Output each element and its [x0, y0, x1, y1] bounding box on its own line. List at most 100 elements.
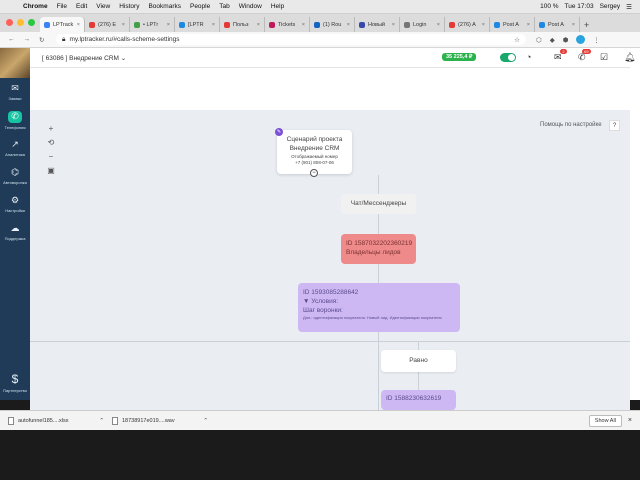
project-selector[interactable]: [ 63086 ] Внедрение CRM ⌄: [30, 54, 126, 62]
close-tab-icon[interactable]: ×: [302, 22, 305, 28]
chart-icon: ↗: [11, 139, 19, 149]
user-name[interactable]: Sergey: [600, 3, 621, 10]
save-icon[interactable]: ▣: [47, 164, 55, 177]
browser-tab-strip: LPTrack × (276) E × • LPTr × [LPTR × Польз × …: [0, 14, 640, 32]
sidebar-item-analytics[interactable]: ↗ Аналитика: [0, 134, 30, 162]
user-avatar[interactable]: [0, 48, 30, 78]
tab-lptracker[interactable]: LPTrack ×: [40, 17, 85, 32]
tab[interactable]: [LPTR ×: [175, 17, 220, 32]
check-icon[interactable]: ☑: [600, 52, 608, 63]
close-tab-icon[interactable]: ×: [527, 22, 530, 28]
close-tab-icon[interactable]: ×: [167, 22, 170, 28]
extension-icon[interactable]: ⬡: [536, 36, 542, 44]
screen-letterbox: [0, 430, 640, 480]
condition-node-2[interactable]: ID 1588230632619: [381, 390, 456, 410]
favicon-icon: [44, 21, 50, 28]
chevron-up-icon[interactable]: ⌃: [203, 418, 208, 424]
menu-people[interactable]: People: [190, 3, 210, 10]
collapse-icon[interactable]: −: [310, 169, 318, 177]
close-tab-icon[interactable]: ×: [257, 22, 260, 28]
list-icon[interactable]: ☰: [626, 3, 632, 11]
reload-icon[interactable]: ↻: [39, 36, 44, 44]
zoom-out-icon[interactable]: −: [49, 150, 54, 163]
menu-bookmarks[interactable]: Bookmarks: [148, 3, 181, 10]
close-tab-icon[interactable]: ×: [572, 22, 575, 28]
sidebar-item-settings[interactable]: ⚙ Настройки: [0, 190, 30, 218]
minimize-window-icon[interactable]: [17, 19, 24, 26]
close-tab-icon[interactable]: ×: [77, 22, 80, 28]
clock-icon[interactable]: ◔: [526, 52, 531, 62]
scenario-start-node[interactable]: Сценарий проекта Внедрение CRM Отображае…: [277, 130, 352, 174]
menu-edit[interactable]: Edit: [76, 3, 87, 10]
tab[interactable]: (276) E ×: [85, 17, 130, 32]
download-item[interactable]: 18738917e019....wav ⌃: [104, 416, 208, 425]
sidebar-item-partnership[interactable]: $ Партнерство: [0, 364, 30, 400]
sidebar-item-autofunnel[interactable]: ⌬ Автоворонка: [0, 162, 30, 190]
show-all-button[interactable]: Show All: [588, 414, 622, 427]
chat-messengers-node[interactable]: Чат/Мессенджеры: [341, 194, 416, 214]
zoom-controls: + ⟲ − ▣: [44, 122, 58, 177]
sidebar-item-support[interactable]: ☁ Поддержка: [0, 218, 30, 246]
menu-history[interactable]: History: [119, 3, 139, 10]
status-toggle[interactable]: [500, 53, 516, 62]
menu-view[interactable]: View: [96, 3, 110, 10]
help-link[interactable]: Помощь по настройке: [540, 122, 602, 128]
forward-icon[interactable]: →: [24, 36, 31, 44]
maximize-window-icon[interactable]: [28, 19, 35, 26]
tab[interactable]: Post A ×: [535, 17, 580, 32]
star-icon[interactable]: ☆: [514, 36, 526, 44]
tab[interactable]: (276) A ×: [445, 17, 490, 32]
menu-window[interactable]: Window: [239, 3, 262, 10]
tab[interactable]: Post A ×: [490, 17, 535, 32]
phone-badge: 69: [582, 49, 591, 54]
tab[interactable]: Tickets ×: [265, 17, 310, 32]
zoom-in-icon[interactable]: +: [49, 122, 54, 135]
close-tab-icon[interactable]: ×: [437, 22, 440, 28]
tab[interactable]: (1) Rou ×: [310, 17, 355, 32]
favicon-icon: [179, 21, 185, 28]
scenario-title: Сценарий проекта: [286, 136, 343, 143]
menu-help[interactable]: Help: [271, 3, 284, 10]
condition-node[interactable]: ID 1593085288642 ▼ Условия: Шаг воронки:…: [298, 283, 460, 332]
edit-pencil-icon[interactable]: ✎: [275, 128, 283, 136]
new-tab-icon[interactable]: +: [580, 20, 593, 32]
close-window-icon[interactable]: [6, 19, 13, 26]
phone-icon[interactable]: ✆ 69: [578, 49, 591, 63]
tab[interactable]: Новый ×: [355, 17, 400, 32]
tab[interactable]: Польз ×: [220, 17, 265, 32]
extension-icon[interactable]: ◆: [550, 36, 555, 44]
bell-icon[interactable]: 🔔︎: [624, 52, 635, 63]
close-icon[interactable]: ×: [628, 417, 632, 424]
balance-badge[interactable]: 35 225,4 ₽: [442, 53, 477, 61]
close-tab-icon[interactable]: ×: [212, 22, 215, 28]
app-header: [ 63086 ] Внедрение CRM ⌄ 35 225,4 ₽ ◔ ✉…: [30, 48, 635, 68]
menu-tab[interactable]: Tab: [219, 3, 229, 10]
lead-owners-node[interactable]: ID 1587032202360219 Владельцы лидов: [341, 234, 416, 264]
menu-app[interactable]: Chrome: [23, 3, 48, 10]
download-item[interactable]: autofunnel185....xlsx ⌃: [0, 416, 104, 425]
close-tab-icon[interactable]: ×: [122, 22, 125, 28]
favicon-icon: [134, 21, 140, 28]
close-tab-icon[interactable]: ×: [392, 22, 395, 28]
tab[interactable]: • LPTr ×: [130, 17, 175, 32]
clock[interactable]: Tue 17:03: [565, 3, 594, 10]
mail-icon[interactable]: ✉ 2: [554, 49, 567, 63]
menu-file[interactable]: File: [57, 3, 67, 10]
url-field[interactable]: 🔒︎ my.lptracker.ru/#calls-scheme-setting…: [56, 34, 526, 45]
downloads-bar: autofunnel185....xlsx ⌃ 18738917e019....w…: [0, 410, 640, 430]
more-menu-icon[interactable]: ⋮: [593, 36, 600, 44]
back-icon[interactable]: ←: [8, 36, 15, 44]
funnel-icon: ⌬: [11, 167, 19, 177]
lock-icon: 🔒︎: [62, 35, 66, 43]
close-tab-icon[interactable]: ×: [482, 22, 485, 28]
mail-badge: 2: [560, 49, 567, 54]
close-tab-icon[interactable]: ×: [347, 22, 350, 28]
undo-icon[interactable]: ⟲: [48, 136, 55, 149]
equal-node[interactable]: Равно: [381, 350, 456, 372]
profile-avatar-icon[interactable]: [576, 35, 586, 44]
sidebar-item-requests[interactable]: ✉ Заявки: [0, 78, 30, 106]
tab[interactable]: Login ×: [400, 17, 445, 32]
sidebar-item-telephony[interactable]: ✆ Телефония: [0, 106, 30, 134]
help-button[interactable]: ?: [609, 120, 620, 131]
extension-icon[interactable]: ⬢: [563, 36, 569, 44]
